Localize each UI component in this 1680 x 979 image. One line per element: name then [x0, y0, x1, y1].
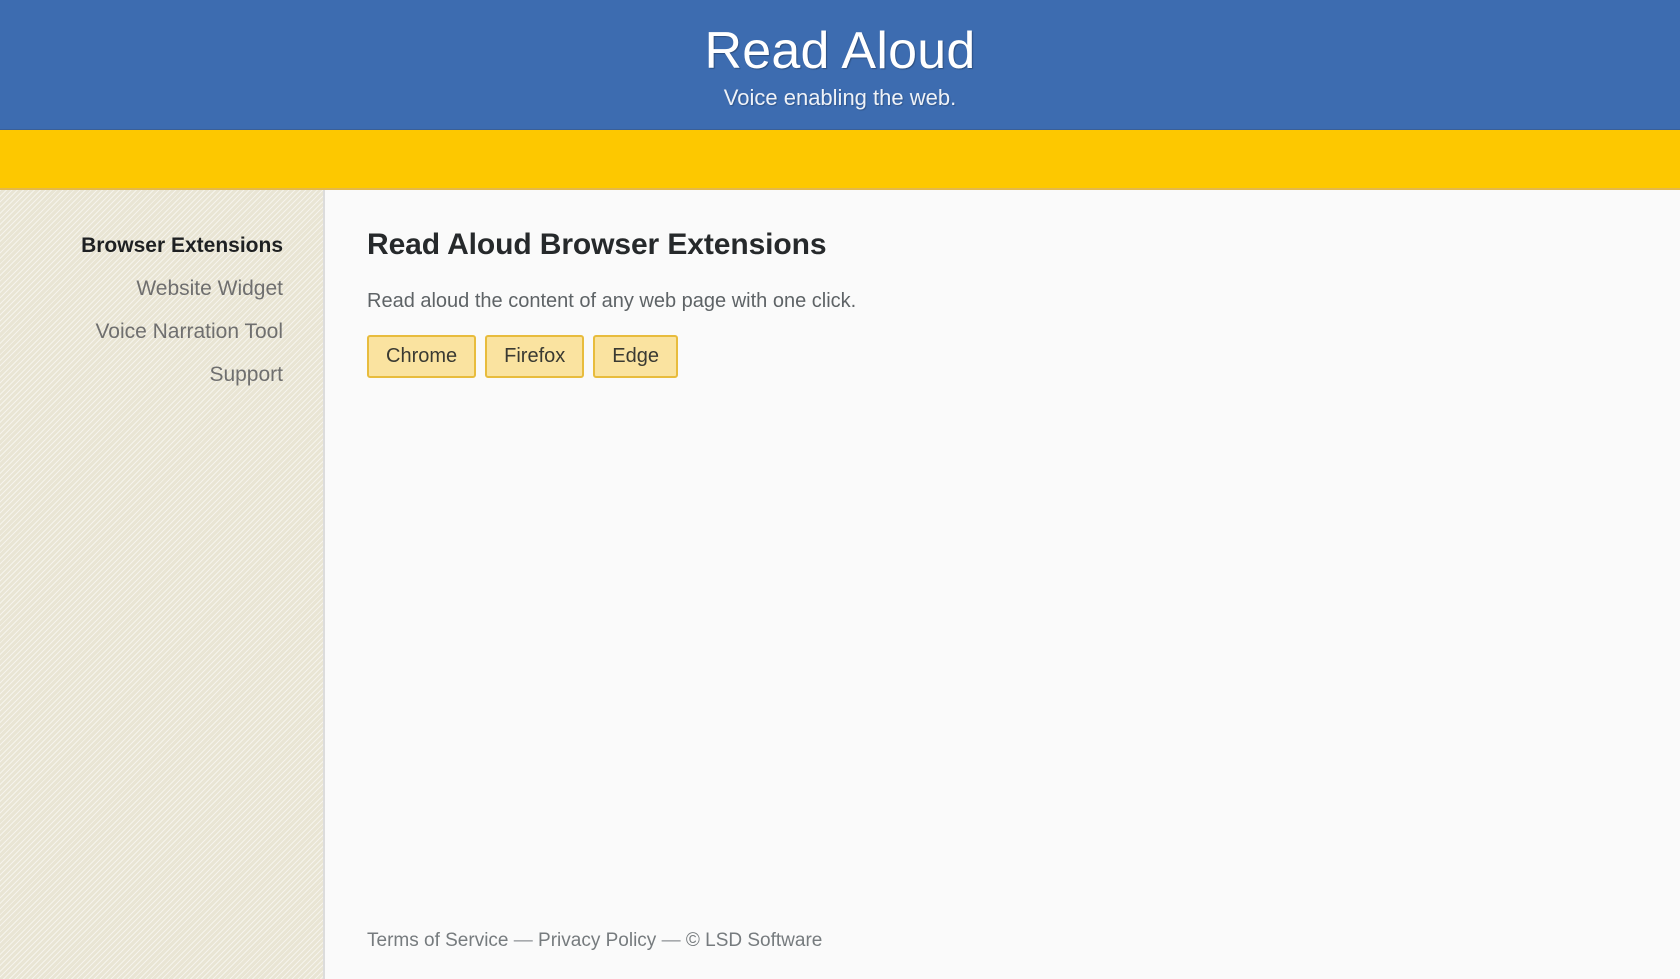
body-wrapper: Browser Extensions Website Widget Voice …	[0, 190, 1680, 979]
sidebar-nav: Browser Extensions Website Widget Voice …	[0, 224, 323, 396]
footer-separator-2: —	[661, 930, 681, 951]
site-header: Read Aloud Voice enabling the web.	[0, 0, 1680, 130]
copyright-text: © LSD Software	[685, 930, 823, 951]
site-tagline: Voice enabling the web.	[723, 84, 957, 110]
edge-button[interactable]: Edge	[593, 335, 678, 378]
sidebar-item-support[interactable]: Support	[209, 353, 283, 396]
chrome-button[interactable]: Chrome	[367, 335, 477, 378]
page-root: Read Aloud Voice enabling the web. Brows…	[0, 0, 1680, 979]
footer-separator-1: —	[513, 930, 533, 951]
browser-button-row: Chrome Firefox Edge	[367, 335, 1680, 378]
sidebar-item-voice-narration-tool[interactable]: Voice Narration Tool	[95, 310, 283, 353]
privacy-policy-link[interactable]: Privacy Policy	[538, 930, 656, 951]
page-description: Read aloud the content of any web page w…	[367, 290, 857, 312]
page-title: Read Aloud Browser Extensions	[367, 228, 827, 261]
sidebar-item-browser-extensions[interactable]: Browser Extensions	[81, 224, 283, 267]
sidebar: Browser Extensions Website Widget Voice …	[0, 190, 325, 979]
site-title: Read Aloud	[704, 22, 976, 81]
terms-of-service-link[interactable]: Terms of Service	[367, 930, 508, 951]
main-content: Read Aloud Browser Extensions Read aloud…	[325, 190, 1680, 979]
sidebar-item-website-widget[interactable]: Website Widget	[136, 267, 283, 310]
firefox-button[interactable]: Firefox	[485, 335, 585, 378]
footer: Terms of Service — Privacy Policy — © LS…	[367, 930, 1680, 979]
top-nav-bar	[0, 130, 1680, 190]
